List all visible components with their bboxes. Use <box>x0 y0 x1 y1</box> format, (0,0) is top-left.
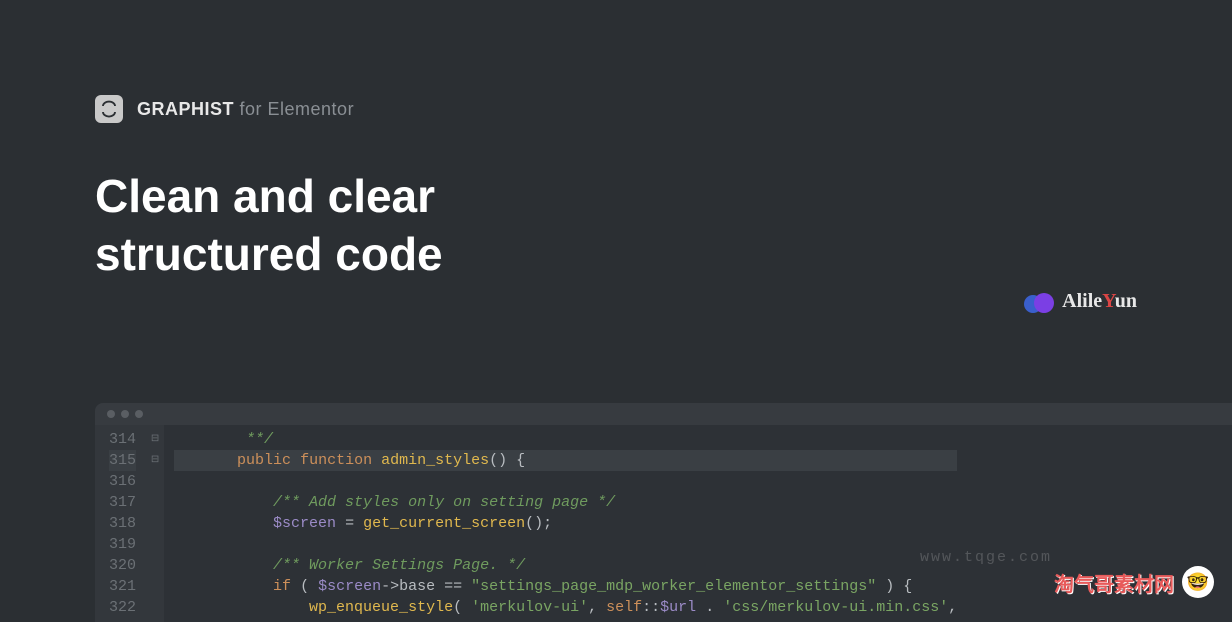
code-line[interactable]: if ( $screen->base == "settings_page_mdp… <box>174 576 957 597</box>
line-number-gutter: 314315316317318319320321322 <box>95 425 146 622</box>
brand-text: GRAPHIST for Elementor <box>137 99 354 120</box>
brand-name: GRAPHIST <box>137 99 234 119</box>
window-titlebar <box>95 403 1232 425</box>
headline-line2: structured code <box>95 228 443 280</box>
traffic-light-minimize-icon[interactable] <box>121 410 129 418</box>
code-line[interactable]: wp_enqueue_style( 'merkulov-ui', self::$… <box>174 597 957 618</box>
cloud-icon <box>1024 291 1054 313</box>
code-line[interactable]: public function admin_styles() { <box>174 450 957 471</box>
code-line[interactable]: $screen = get_current_screen(); <box>174 513 957 534</box>
fold-gutter: ⊟⊟ <box>146 425 164 622</box>
watermark-tqge: 淘气哥素材网 🤓 <box>1054 566 1214 598</box>
traffic-light-zoom-icon[interactable] <box>135 410 143 418</box>
code-line[interactable] <box>174 471 957 492</box>
line-number: 318 <box>109 513 136 534</box>
headline-line1: Clean and clear <box>95 170 435 222</box>
glasses-icon: 🤓 <box>1182 566 1214 598</box>
fold-marker-icon[interactable]: ⊟ <box>146 429 164 450</box>
line-number: 316 <box>109 471 136 492</box>
headline: Clean and clear structured code <box>95 168 1232 283</box>
code-line[interactable]: **/ <box>174 429 957 450</box>
watermark-tqge-text: 淘气哥素材网 <box>1054 568 1174 597</box>
fold-marker-icon[interactable]: ⊟ <box>146 450 164 471</box>
watermark-url: www.tqge.com <box>920 549 1052 566</box>
code-content[interactable]: **/ public function admin_styles() { /**… <box>164 425 957 622</box>
brand-logo-icon <box>95 95 123 123</box>
watermark-alileyun: AlileYun <box>1024 290 1137 313</box>
line-number: 320 <box>109 555 136 576</box>
line-number: 314 <box>109 429 136 450</box>
code-line[interactable]: /** Add styles only on setting page */ <box>174 492 957 513</box>
watermark-alileyun-text: AlileYun <box>1062 290 1137 313</box>
code-line[interactable]: /** Worker Settings Page. */ <box>174 555 957 576</box>
code-line[interactable] <box>174 534 957 555</box>
line-number: 322 <box>109 597 136 618</box>
traffic-light-close-icon[interactable] <box>107 410 115 418</box>
line-number: 321 <box>109 576 136 597</box>
line-number: 319 <box>109 534 136 555</box>
line-number: 317 <box>109 492 136 513</box>
brand-suffix: for Elementor <box>234 99 354 119</box>
brand-row: GRAPHIST for Elementor <box>95 95 1232 123</box>
line-number: 315 <box>109 450 136 471</box>
